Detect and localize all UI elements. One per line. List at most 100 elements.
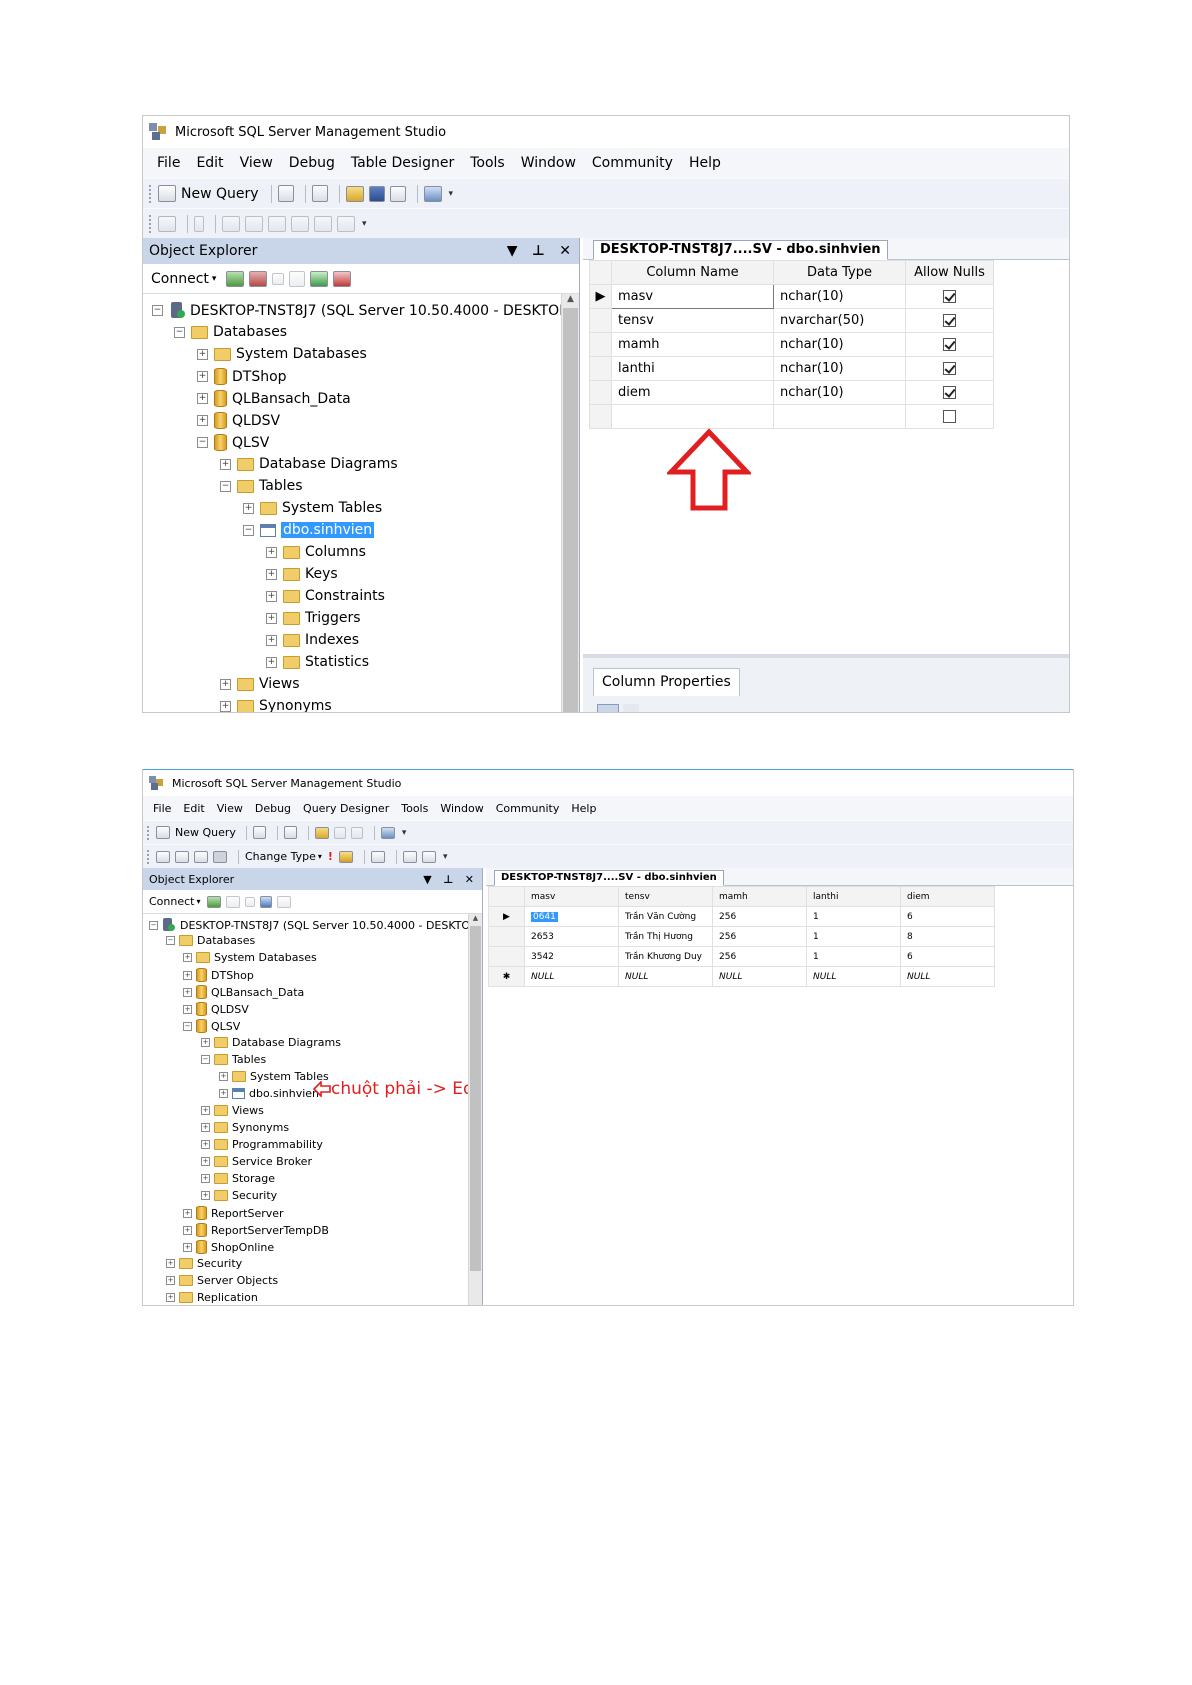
tree-node-service-broker[interactable]: + Service Broker <box>201 1155 312 1168</box>
collapse-icon[interactable]: − <box>243 524 254 536</box>
expand-icon[interactable]: + <box>201 1106 210 1115</box>
collapse-icon[interactable]: − <box>183 1021 192 1031</box>
expand-icon[interactable]: + <box>201 1191 210 1200</box>
menu-edit[interactable]: Edit <box>188 155 231 171</box>
pin-icon[interactable]: ⊥ <box>532 243 545 259</box>
collapse-icon[interactable]: − <box>174 326 185 338</box>
expand-icon[interactable]: + <box>166 1276 175 1285</box>
tree-node-server-objects[interactable]: + Server Objects <box>166 1274 278 1287</box>
tree-node-security-db[interactable]: + Security <box>201 1189 277 1202</box>
column-name-cell[interactable] <box>611 404 774 429</box>
expand-icon[interactable]: + <box>219 1089 228 1098</box>
menu-help[interactable]: Help <box>681 155 729 171</box>
new-query-button[interactable]: New Query <box>175 826 236 839</box>
expand-icon[interactable]: + <box>197 348 208 360</box>
grid-cell[interactable]: 256 <box>712 906 807 927</box>
tree-node-statistics[interactable]: + Statistics <box>266 654 369 670</box>
execute-sql-icon[interactable]: ! <box>328 850 333 863</box>
expand-icon[interactable]: + <box>201 1123 210 1132</box>
collapse-icon[interactable]: − <box>152 305 163 316</box>
tree-node-qlbansach-data[interactable]: + QLBansach_Data <box>197 390 351 407</box>
allow-nulls-checkbox[interactable] <box>943 410 956 423</box>
tree-node-qlbansach-data[interactable]: + QLBansach_Data <box>183 985 304 999</box>
menu-window[interactable]: Window <box>513 155 584 171</box>
tree-node-reportservertempdb[interactable]: + ReportServerTempDB <box>183 1223 329 1237</box>
table-row[interactable]: ▶ 0641 Trần Văn Cường 256 1 6 <box>488 906 995 927</box>
expand-icon[interactable]: + <box>183 1225 192 1235</box>
expand-icon[interactable]: + <box>266 568 277 580</box>
document-tab-dbo-sinhvien[interactable]: DESKTOP-TNST8J7....SV - dbo.sinhvien <box>494 870 724 886</box>
refresh-icon[interactable] <box>310 270 329 287</box>
scrollbar-thumb[interactable] <box>470 926 481 1271</box>
data-type-cell[interactable]: nchar(10) <box>773 356 906 381</box>
activity-monitor-icon[interactable] <box>423 185 442 202</box>
connect-object-explorer-icon[interactable] <box>226 270 245 287</box>
grid-cell[interactable]: 3542 <box>524 946 619 967</box>
expand-icon[interactable]: + <box>183 953 192 962</box>
expand-icon[interactable]: + <box>183 970 192 980</box>
table-row[interactable]: lanthi nchar(10) <box>589 356 994 381</box>
connect-dropdown-icon[interactable]: ▾ <box>212 274 217 284</box>
expand-icon[interactable]: + <box>220 458 231 470</box>
tree-node-indexes[interactable]: + Indexes <box>266 632 359 648</box>
column-name-cell[interactable]: tensv <box>611 308 774 333</box>
tree-node-databases[interactable]: − Databases <box>166 934 255 947</box>
menu-debug[interactable]: Debug <box>249 802 297 815</box>
menu-view[interactable]: View <box>232 155 281 171</box>
show-results-pane-icon[interactable] <box>213 850 227 863</box>
show-sql-pane-icon[interactable] <box>194 850 208 863</box>
activity-monitor-icon[interactable] <box>276 895 291 908</box>
grid-cell[interactable]: 256 <box>712 946 807 967</box>
tree-node-storage[interactable]: + Storage <box>201 1172 275 1185</box>
tree-node-server[interactable]: − DESKTOP-TNST8J7 (SQL Server 10.50.4000… <box>152 302 579 319</box>
table-row[interactable]: 3542 Trần Khương Duy 256 1 6 <box>488 946 995 967</box>
column-name-cell[interactable]: diem <box>611 380 774 405</box>
grid-cell[interactable]: 6 <box>900 906 995 927</box>
allow-nulls-checkbox[interactable] <box>943 290 956 303</box>
expand-icon[interactable]: + <box>201 1038 210 1047</box>
expand-icon[interactable]: + <box>220 678 231 690</box>
show-diagram-pane-icon[interactable] <box>156 850 170 863</box>
tree-node-reportserver[interactable]: + ReportServer <box>183 1206 284 1220</box>
grid-cell[interactable]: 1 <box>806 906 901 927</box>
menu-edit[interactable]: Edit <box>177 802 210 815</box>
expand-icon[interactable]: + <box>183 1208 192 1218</box>
expand-icon[interactable]: + <box>197 371 208 382</box>
new-file-icon[interactable] <box>311 185 328 202</box>
table-row[interactable]: 2653 Trần Thị Hương 256 1 8 <box>488 926 995 947</box>
toolbar-overflow-icon[interactable]: ▾ <box>362 219 367 229</box>
stop-icon[interactable] <box>272 272 285 285</box>
menu-debug[interactable]: Debug <box>281 155 343 171</box>
collapse-icon[interactable]: − <box>201 1055 210 1064</box>
relationships-icon[interactable] <box>222 215 240 232</box>
expand-icon[interactable]: + <box>266 546 277 558</box>
menu-community[interactable]: Community <box>490 802 566 815</box>
tree-node-dbo-sinhvien[interactable]: − dbo.sinhvien <box>243 522 375 538</box>
grid-cell[interactable]: 256 <box>712 926 807 947</box>
tree-node-dtshop[interactable]: + DTShop <box>197 368 287 385</box>
expand-icon[interactable]: + <box>183 987 192 997</box>
tree-node-system-databases[interactable]: + System Databases <box>183 951 317 964</box>
tree-node-dtshop[interactable]: + DTShop <box>183 968 254 982</box>
expand-icon[interactable]: + <box>266 634 277 646</box>
group-by-icon[interactable] <box>370 850 385 863</box>
tree-node-tables[interactable]: − Tables <box>220 478 303 494</box>
spatial-indexes-icon[interactable] <box>337 215 355 232</box>
tree-node-tables[interactable]: − Tables <box>201 1053 266 1066</box>
table-row[interactable]: tensv nvarchar(50) <box>589 308 994 333</box>
table-row[interactable]: diem nchar(10) <box>589 380 994 405</box>
menu-view[interactable]: View <box>211 802 249 815</box>
tree-node-database-diagrams[interactable]: + Database Diagrams <box>220 456 398 472</box>
grid-cell-null[interactable]: NULL <box>712 966 807 987</box>
tree-node-keys[interactable]: + Keys <box>266 566 338 582</box>
indexes-keys-icon[interactable] <box>245 215 263 232</box>
show-criteria-pane-icon[interactable] <box>175 850 189 863</box>
alphabetical-icon[interactable] <box>623 704 639 712</box>
new-query-button[interactable]: New Query <box>181 186 259 202</box>
tree-node-columns[interactable]: + Columns <box>266 544 366 560</box>
allow-nulls-checkbox[interactable] <box>943 338 956 351</box>
toolbar-overflow-icon[interactable]: ▾ <box>443 852 448 862</box>
open-folder-icon[interactable] <box>345 185 364 202</box>
expand-icon[interactable]: + <box>166 1293 175 1302</box>
expand-icon[interactable]: + <box>201 1140 210 1149</box>
